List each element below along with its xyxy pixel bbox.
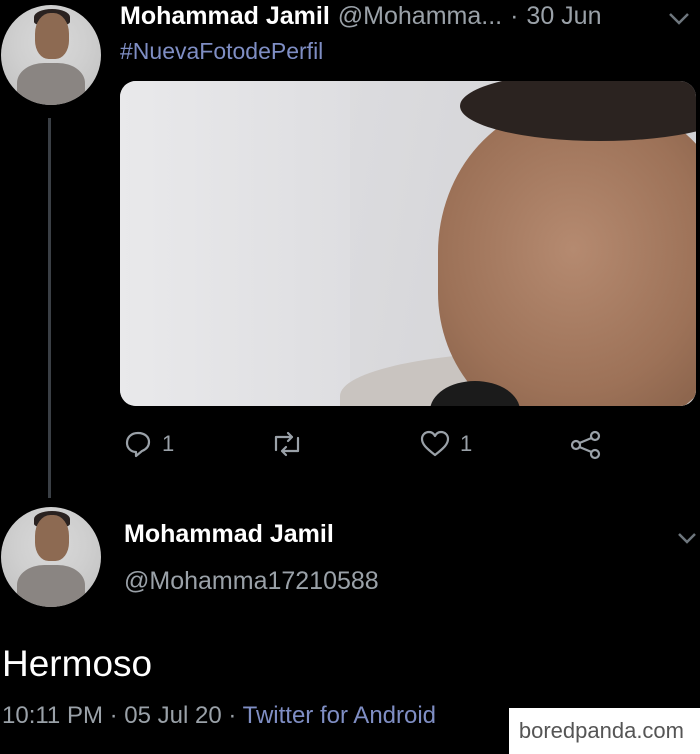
tweet-header: Mohammad Jamil @Mohamma... · 30 Jun <box>120 2 601 31</box>
reply-date[interactable]: 05 Jul 20 <box>124 702 221 729</box>
reply-avatar[interactable] <box>1 507 101 607</box>
reply-author-name[interactable]: Mohammad Jamil <box>124 520 334 549</box>
reply-count: 1 <box>162 431 175 456</box>
reply-time[interactable]: 10:11 PM <box>2 702 103 729</box>
meta-separator-2: · <box>228 702 237 729</box>
share-button[interactable] <box>570 430 602 460</box>
author-name[interactable]: Mohammad Jamil <box>120 2 330 31</box>
retweet-button[interactable] <box>270 430 304 458</box>
avatar[interactable] <box>1 5 101 105</box>
watermark: boredpanda.com <box>508 708 700 754</box>
tweet-date[interactable]: 30 Jun <box>526 2 601 31</box>
reply-text: Hermoso <box>2 643 153 684</box>
reply-meta: 10:11 PM · 05 Jul 20 · Twitter for Andro… <box>2 702 436 730</box>
meta-separator: · <box>109 702 118 729</box>
reply-icon <box>124 430 152 458</box>
hashtag-link[interactable]: #NuevaFotodePerfil <box>120 38 323 65</box>
chevron-down-icon[interactable] <box>668 6 690 32</box>
reply-button[interactable]: 1 <box>124 430 174 458</box>
separator-dot: · <box>510 2 519 30</box>
thread-line <box>48 118 51 498</box>
like-count: 1 <box>460 431 473 456</box>
like-button[interactable]: 1 <box>420 430 472 458</box>
tweet-photo[interactable] <box>120 81 696 406</box>
reply-source-link[interactable]: Twitter for Android <box>243 702 436 729</box>
heart-icon <box>420 430 450 458</box>
author-handle[interactable]: @Mohamma... <box>338 2 502 31</box>
share-icon <box>570 430 602 460</box>
retweet-icon <box>270 430 304 458</box>
reply-author-handle[interactable]: @Mohamma17210588 <box>124 567 379 596</box>
reply-menu-chevron[interactable] <box>677 525 697 551</box>
